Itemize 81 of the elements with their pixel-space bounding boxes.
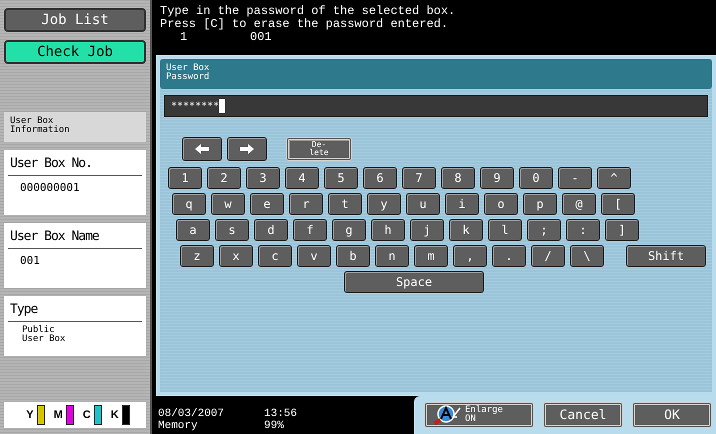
toner-label: M [54, 409, 63, 421]
ok-button[interactable]: OK [632, 402, 712, 428]
keyboard-key[interactable]: g [332, 219, 366, 241]
keyboard-key[interactable]: l [488, 219, 522, 241]
keyboard-key[interactable]: d [254, 219, 288, 241]
keyboard-key[interactable]: p [523, 193, 557, 215]
keyboard-key[interactable]: b [336, 245, 370, 267]
keyboard-key[interactable]: o [484, 193, 518, 215]
toner-label: Y [26, 409, 34, 421]
panel-title: User Box Password [160, 59, 712, 89]
keyboard-key[interactable]: ^ [597, 167, 631, 189]
date-text: 08/03/2007 [158, 408, 226, 420]
keyboard-key[interactable]: : [566, 219, 600, 241]
keyboard-key[interactable]: @ [562, 193, 596, 215]
keyboard-key[interactable]: n [375, 245, 409, 267]
password-field[interactable]: ******** [164, 95, 708, 117]
space-key[interactable]: Space [344, 271, 484, 293]
info-value: Public User Box [21, 324, 66, 346]
toner-label: C [82, 409, 91, 421]
info-label: User Box No. [8, 154, 142, 176]
right-arrow-key[interactable] [227, 137, 267, 161]
keyboard-key[interactable]: i [445, 193, 479, 215]
right-arrow-icon [240, 144, 254, 154]
info-title: User Box Information [4, 112, 146, 142]
info-label: User Box Name [8, 227, 142, 249]
keyboard-key[interactable]: 2 [207, 167, 241, 189]
keyboard-key[interactable]: c [258, 245, 292, 267]
info-label: Type [8, 300, 142, 322]
keyboard-key[interactable]: r [289, 193, 323, 215]
keyboard-key[interactable]: 8 [441, 167, 475, 189]
keyboard-key[interactable]: 5 [324, 167, 358, 189]
keyboard-key[interactable]: u [406, 193, 440, 215]
keyboard-key[interactable]: 3 [246, 167, 280, 189]
box-number: 001 [250, 31, 272, 44]
keyboard-key[interactable]: k [449, 219, 483, 241]
keyboard-key[interactable]: a [176, 219, 210, 241]
memory-label: Memory [158, 420, 199, 432]
keyboard-key[interactable]: 7 [402, 167, 436, 189]
keyboard-key[interactable]: v [297, 245, 331, 267]
keyboard-key[interactable]: 1 [168, 167, 202, 189]
sidebar-button[interactable]: Check Job [4, 40, 146, 64]
keyboard-key[interactable]: . [492, 245, 526, 267]
keyboard-key[interactable]: h [371, 219, 405, 241]
box-index: 1 [179, 31, 188, 44]
keyboard-key[interactable]: 6 [363, 167, 397, 189]
info-value: 000000001 [19, 180, 81, 196]
keyboard-key[interactable]: w [211, 193, 245, 215]
keyboard-key[interactable]: [ [601, 193, 635, 215]
keyboard-key[interactable]: t [328, 193, 362, 215]
keyboard-key[interactable]: s [215, 219, 249, 241]
keyboard-key[interactable]: 0 [519, 167, 553, 189]
info-value: 001 [19, 253, 41, 269]
memory-value: 99% [264, 420, 284, 432]
keyboard-key[interactable]: ; [527, 219, 561, 241]
keyboard-key[interactable]: - [558, 167, 592, 189]
toner-label: K [110, 409, 119, 421]
enlarge-button[interactable]: Enlarge ON [424, 402, 534, 428]
keyboard-key[interactable]: \ [570, 245, 604, 267]
left-arrow-icon [195, 144, 209, 154]
keyboard-key[interactable]: z [180, 245, 214, 267]
message-text: Type in the password of the selected box. [160, 5, 456, 18]
keyboard-key[interactable]: , [453, 245, 487, 267]
delete-key[interactable]: De- lete [286, 137, 352, 161]
keyboard-key[interactable]: 9 [480, 167, 514, 189]
magnifier-icon [433, 405, 461, 425]
keyboard-key[interactable]: / [531, 245, 565, 267]
message-text: Press [C] to erase the password entered. [160, 18, 450, 31]
keyboard-key[interactable]: ] [605, 219, 639, 241]
cancel-button[interactable]: Cancel [543, 402, 623, 428]
keyboard-key[interactable]: y [367, 193, 401, 215]
keyboard-key[interactable]: m [414, 245, 448, 267]
time-text: 13:56 [264, 408, 298, 420]
sidebar-button[interactable]: Job List [4, 8, 146, 32]
keyboard-key[interactable]: e [250, 193, 284, 215]
keyboard-key[interactable]: x [219, 245, 253, 267]
keyboard-key[interactable]: 4 [285, 167, 319, 189]
left-arrow-key[interactable] [182, 137, 222, 161]
keyboard-key[interactable]: j [410, 219, 444, 241]
keyboard-key[interactable]: q [172, 193, 206, 215]
keyboard-key[interactable]: f [293, 219, 327, 241]
shift-key[interactable]: Shift [626, 245, 706, 267]
